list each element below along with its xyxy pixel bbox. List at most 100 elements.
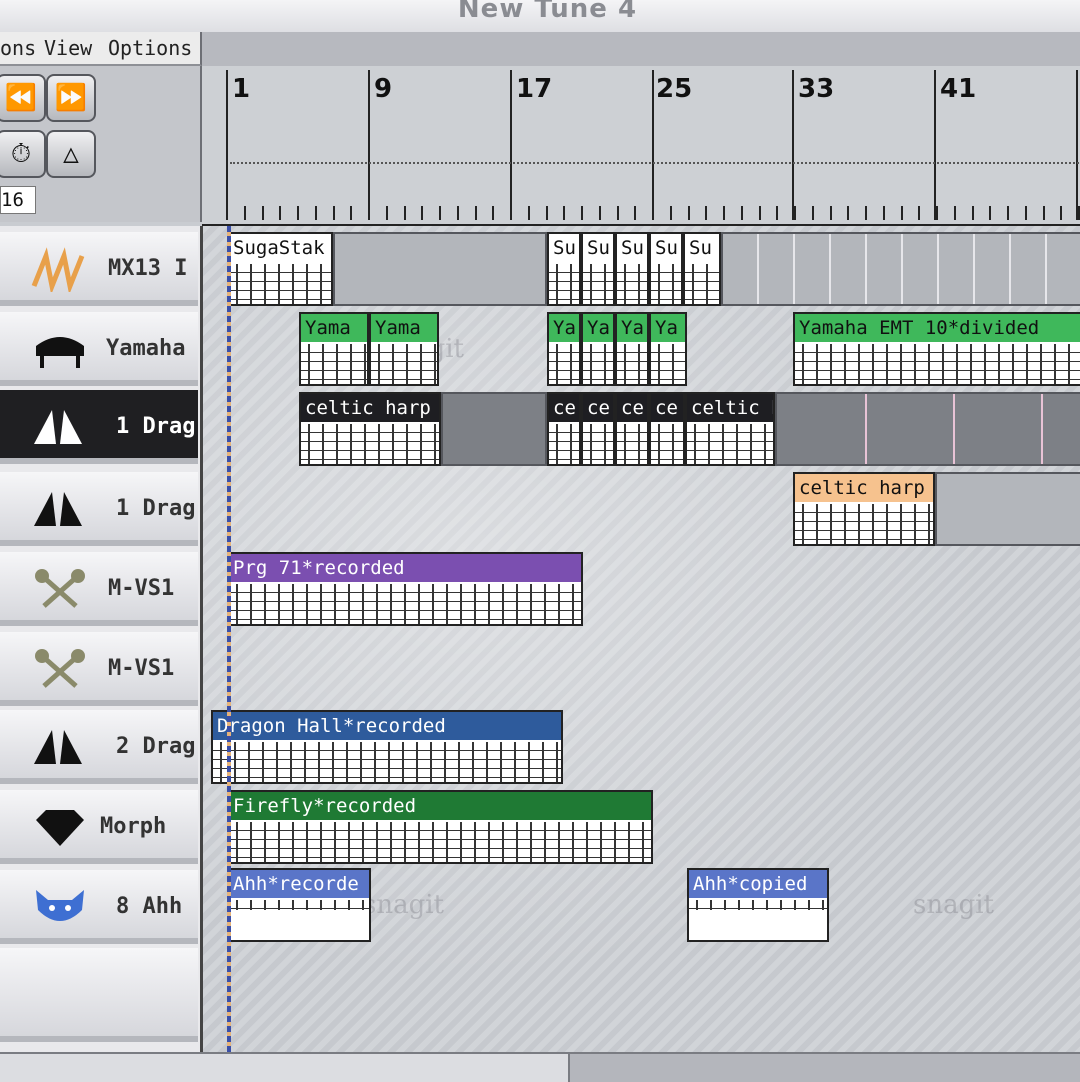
- region[interactable]: celtic harp e: [793, 472, 935, 546]
- horizontal-scrollbar[interactable]: [0, 1052, 1080, 1082]
- region[interactable]: Firefly*recorded: [227, 790, 653, 864]
- track-header[interactable]: M-VS1: [0, 632, 198, 706]
- region[interactable]: ce: [615, 392, 649, 466]
- ruler-tick: [368, 206, 370, 220]
- ruler-tick: [617, 206, 619, 220]
- menu-item-view[interactable]: View: [44, 36, 92, 60]
- scrollbar-thumb[interactable]: [0, 1054, 570, 1082]
- note-display: [689, 900, 827, 910]
- region[interactable]: ce: [649, 392, 685, 466]
- loop-divider: [973, 234, 975, 304]
- track-label: 8 Ahh: [116, 894, 183, 919]
- bar-line: [510, 70, 512, 220]
- ruler-tick: [759, 206, 761, 220]
- track-label: 2 Drag: [116, 734, 196, 759]
- menu-bar: ons View Options: [0, 32, 202, 66]
- track-header[interactable]: MX13 I: [0, 232, 198, 306]
- fast-forward-button[interactable]: ⏩: [46, 74, 96, 122]
- region-title: Prg 71*recorded: [229, 554, 581, 582]
- ruler-tick: [333, 206, 335, 220]
- track-header[interactable]: 8 Ahh: [0, 870, 198, 944]
- playhead[interactable]: [227, 226, 231, 1052]
- region[interactable]: SugaStak: [227, 232, 333, 306]
- ruler-tick: [954, 206, 956, 220]
- region-title: ce: [549, 394, 579, 422]
- loop-block[interactable]: [441, 392, 547, 466]
- track-header[interactable]: Morph: [0, 790, 198, 864]
- region[interactable]: celtic harp e: [299, 392, 441, 466]
- region[interactable]: Ya: [581, 312, 615, 386]
- region[interactable]: Prg 71*recorded: [227, 552, 583, 626]
- ruler-tick: [1060, 206, 1062, 220]
- region[interactable]: Ahh*copied: [687, 868, 829, 942]
- region[interactable]: Su: [649, 232, 683, 306]
- note-display: [617, 344, 647, 384]
- ruler-tick: [510, 206, 512, 220]
- region[interactable]: Yamaha EMT 10*divided: [793, 312, 1080, 386]
- locator-line: [230, 162, 1080, 164]
- note-display: [549, 264, 579, 304]
- track-header[interactable]: M-VS1: [0, 552, 198, 626]
- note-display: [229, 900, 369, 910]
- track-header-selected[interactable]: 1 Drag: [0, 390, 198, 464]
- ruler-tick: [581, 206, 583, 220]
- region[interactable]: Ya: [615, 312, 649, 386]
- menu-item-options[interactable]: Options: [108, 36, 192, 60]
- ruler-tick: [599, 206, 601, 220]
- bar-number: 33: [798, 74, 835, 104]
- region[interactable]: celtic h: [685, 392, 775, 466]
- position-counter[interactable]: 16: [0, 186, 36, 214]
- track-header[interactable]: 2 Drag: [0, 710, 198, 784]
- track-header[interactable]: 1 Drag: [0, 472, 198, 546]
- arrange-area[interactable]: snagit snagit snagit SugaStak Su Su Su S…: [203, 226, 1080, 1052]
- loop-block[interactable]: [333, 232, 547, 306]
- loop-divider: [1009, 234, 1011, 304]
- region-title: Ya: [617, 314, 647, 342]
- loop-divider: [937, 234, 939, 304]
- ruler-tick: [1007, 206, 1009, 220]
- ruler-tick: [901, 206, 903, 220]
- loop-block[interactable]: [775, 392, 1080, 466]
- loop-divider: [953, 394, 955, 464]
- region[interactable]: Ya: [649, 312, 687, 386]
- ruler-tick: [972, 206, 974, 220]
- note-display: [229, 822, 651, 862]
- track-label: MX13 I: [108, 256, 188, 281]
- region[interactable]: Yama: [299, 312, 369, 386]
- bar-line: [226, 70, 228, 220]
- region[interactable]: ce: [547, 392, 581, 466]
- ruler-tick: [492, 206, 494, 220]
- toolbar-strip: [202, 32, 1080, 68]
- note-display: [549, 344, 579, 384]
- region[interactable]: Yama: [369, 312, 439, 386]
- region[interactable]: Dragon Hall*recorded: [211, 710, 563, 784]
- synth-wave-icon: [31, 247, 85, 292]
- track-header[interactable]: Yamaha: [0, 312, 198, 386]
- region-title: celtic harp e: [301, 394, 439, 422]
- ruler-tick: [1043, 206, 1045, 220]
- region[interactable]: Su: [547, 232, 581, 306]
- region[interactable]: Ahh*recorde: [227, 868, 371, 942]
- loop-clock-button[interactable]: ⏱: [0, 130, 46, 178]
- region-title: Su: [617, 234, 647, 262]
- rewind-button[interactable]: ⏪: [0, 74, 46, 122]
- metronome-icon: △: [63, 139, 79, 169]
- loop-block[interactable]: [935, 472, 1080, 546]
- region[interactable]: Su: [581, 232, 615, 306]
- region[interactable]: ce: [581, 392, 615, 466]
- region[interactable]: Su: [615, 232, 649, 306]
- note-display: [229, 584, 581, 624]
- loop-block[interactable]: [721, 232, 1080, 306]
- metronome-button[interactable]: △: [46, 130, 96, 178]
- region[interactable]: Ya: [547, 312, 581, 386]
- region-title: Ya: [583, 314, 613, 342]
- menu-item-windows[interactable]: ons: [0, 36, 36, 60]
- fast-forward-icon: ⏩: [54, 83, 88, 113]
- rewind-icon: ⏪: [4, 83, 38, 113]
- note-display: [687, 424, 773, 464]
- region[interactable]: Su: [683, 232, 721, 306]
- timeline-ruler[interactable]: 1 9 17 25 33 41: [202, 66, 1080, 227]
- ruler-tick: [883, 206, 885, 220]
- region-title: Su: [685, 234, 719, 262]
- bar-number: 1: [232, 74, 251, 104]
